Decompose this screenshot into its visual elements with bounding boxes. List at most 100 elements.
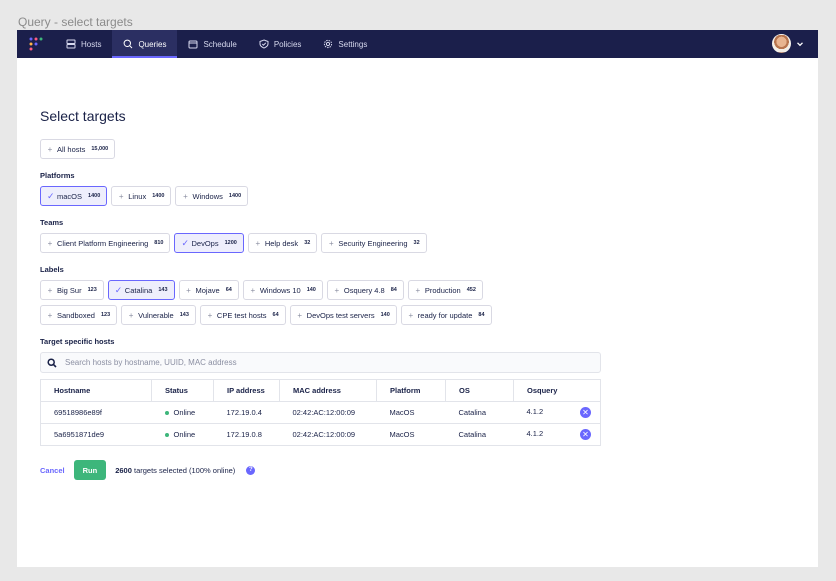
col-platform[interactable]: Platform <box>376 379 446 402</box>
chip-count: 15,000 <box>91 146 109 152</box>
cell-platform: MacOS <box>376 401 446 424</box>
col-os[interactable]: OS <box>445 379 514 402</box>
chip-count: 1400 <box>152 193 165 199</box>
host-search[interactable]: Search hosts by hostname, UUID, MAC addr… <box>40 352 601 373</box>
settings-icon <box>324 39 333 49</box>
table-row: 5a6951871de9 Online 172.19.0.8 02:42:AC:… <box>41 424 601 446</box>
avatar <box>772 34 791 53</box>
col-mac-address[interactable]: MAC address <box>279 379 377 402</box>
chip-count: 32 <box>304 240 311 246</box>
chip-count: 84 <box>390 287 397 293</box>
cell-osquery: 4.1.2 ✕ <box>514 424 601 446</box>
check-icon: ✓ <box>47 190 55 201</box>
run-button[interactable]: Run <box>73 460 107 480</box>
cell-osquery: 4.1.2 ✕ <box>513 401 601 424</box>
chip-big-sur[interactable]: + Big Sur 123 <box>40 280 104 300</box>
chip-sandboxed[interactable]: + Sandboxed 123 <box>40 305 118 325</box>
labels-heading: Labels <box>40 265 64 274</box>
osquery-version: 4.1.2 <box>526 429 544 438</box>
top-nav: Hosts Queries Schedule Policies Settings <box>17 30 818 58</box>
chip-label: Windows 10 <box>259 285 301 295</box>
cell-status: Online <box>151 401 214 424</box>
plus-icon: + <box>207 310 213 320</box>
chip-label: Mojave <box>195 285 220 295</box>
remove-host-icon[interactable]: ✕ <box>580 407 591 418</box>
plus-icon: + <box>47 310 53 320</box>
col-osquery[interactable]: Osquery <box>513 379 601 402</box>
chip-ready-for-update[interactable]: + ready for update 84 <box>400 305 492 325</box>
chip-catalina[interactable]: ✓ Catalina 143 <box>107 280 175 300</box>
plus-icon: + <box>47 238 53 248</box>
chip-production[interactable]: + Production 452 <box>407 280 483 300</box>
chip-label: Production <box>424 285 461 295</box>
chip-label: Security Engineering <box>338 238 408 248</box>
search-icon <box>47 357 57 368</box>
chip-vulnerable[interactable]: + Vulnerable 143 <box>121 305 196 325</box>
chip-mojave[interactable]: + Mojave 64 <box>178 280 239 300</box>
chip-count: 32 <box>413 240 420 246</box>
cell-os: Catalina <box>445 401 514 424</box>
chip-devops-test-servers[interactable]: + DevOps test servers 140 <box>289 305 397 325</box>
chip-count: 140 <box>306 287 316 293</box>
chip-macos[interactable]: ✓ macOS 1400 <box>40 186 108 206</box>
plus-icon: + <box>47 144 53 154</box>
plus-icon: + <box>250 285 256 295</box>
page-title: Select targets <box>40 108 126 124</box>
plus-icon: + <box>183 191 188 201</box>
chip-windows-10[interactable]: + Windows 10 140 <box>242 280 323 300</box>
chip-all-hosts[interactable]: + All hosts 15,000 <box>40 139 116 159</box>
chip-count: 1400 <box>228 193 242 199</box>
nav-schedule[interactable]: Schedule <box>177 30 247 58</box>
chip-label: Sandboxed <box>57 310 95 320</box>
online-dot <box>164 433 169 438</box>
table-header-row: Hostname Status IP address MAC address P… <box>40 379 601 402</box>
chip-help-desk[interactable]: + Help desk 32 <box>247 233 318 253</box>
nav-settings[interactable]: Settings <box>312 30 378 58</box>
chip-label: ready for update <box>417 310 473 320</box>
plus-icon: + <box>186 285 191 295</box>
col-hostname[interactable]: Hostname <box>40 379 152 402</box>
chip-label: Catalina <box>124 285 153 295</box>
chip-security-engineering[interactable]: + Security Engineering 32 <box>321 233 427 253</box>
logo-icon <box>29 37 43 51</box>
selected-count: 2600 <box>115 465 132 475</box>
user-menu[interactable] <box>772 34 804 53</box>
chip-label: DevOps <box>191 238 219 248</box>
platforms-heading: Platforms <box>40 171 75 180</box>
schedule-icon <box>188 40 198 49</box>
nav-policies-label: Policies <box>273 39 302 49</box>
col-status[interactable]: Status <box>151 379 214 402</box>
chip-osquery-4-8[interactable]: + Osquery 4.8 84 <box>326 280 404 300</box>
chip-cpe-test-hosts[interactable]: + CPE test hosts 64 <box>199 305 286 325</box>
main-content: Select targets + All hosts 15,000 Platfo… <box>17 108 818 480</box>
nav-hosts-label: Hosts <box>81 39 102 49</box>
check-icon: ✓ <box>181 237 190 248</box>
help-icon[interactable]: ? <box>246 465 256 475</box>
chip-label: Help desk <box>264 238 299 248</box>
chip-label: Big Sur <box>57 285 82 295</box>
chip-devops[interactable]: ✓ DevOps 1200 <box>174 233 244 253</box>
all-hosts-group: + All hosts 15,000 <box>40 139 795 159</box>
chip-linux[interactable]: + Linux 1400 <box>111 186 172 206</box>
chip-count: 1400 <box>88 193 101 199</box>
chip-label: All hosts <box>57 144 86 154</box>
chip-count: 810 <box>154 240 164 246</box>
chip-count: 64 <box>225 287 232 293</box>
remove-host-icon[interactable]: ✕ <box>580 429 591 440</box>
cancel-button[interactable]: Cancel <box>40 466 65 475</box>
chip-windows[interactable]: + Windows 1400 <box>175 186 249 206</box>
chip-client-platform-engineering[interactable]: + Client Platform Engineering 810 <box>40 233 171 253</box>
fleet-logo[interactable] <box>17 30 55 58</box>
cell-mac: 02:42:AC:12:00:09 <box>292 430 356 439</box>
cell-mac: 02:42:AC:12:00:09 <box>279 401 377 424</box>
chip-label: DevOps test servers <box>306 310 375 320</box>
nav-policies[interactable]: Policies <box>248 30 313 58</box>
plus-icon: + <box>328 238 334 248</box>
chip-count: 84 <box>478 312 485 318</box>
col-ip-address[interactable]: IP address <box>213 379 280 402</box>
nav-queries[interactable]: Queries <box>112 30 178 58</box>
plus-icon: + <box>334 285 340 295</box>
nav-hosts[interactable]: Hosts <box>55 30 112 58</box>
platforms-group: ✓ macOS 1400 + Linux 1400 + Windows 1400 <box>40 186 795 206</box>
chevron-down-icon <box>797 41 803 46</box>
